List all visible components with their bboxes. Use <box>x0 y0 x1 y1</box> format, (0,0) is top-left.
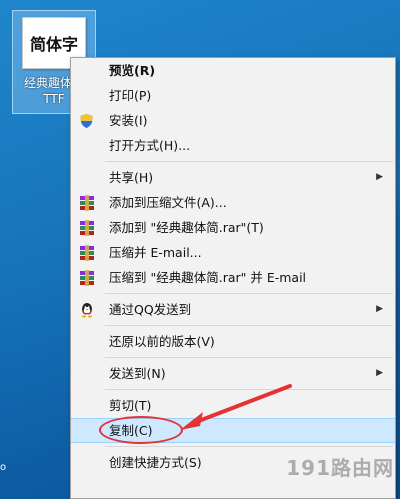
menu-item[interactable]: 发送到(N) ▶ <box>71 361 395 386</box>
menu-item[interactable]: 安装(I) <box>71 108 395 133</box>
menu-item[interactable]: 共享(H) ▶ <box>71 165 395 190</box>
menu-item[interactable]: 压缩并 E-mail... <box>71 240 395 265</box>
menu-item-label: 复制(C) <box>109 423 153 438</box>
menu-item[interactable]: 复制(C) <box>71 416 395 444</box>
winrar-icon <box>78 219 95 236</box>
menu-item[interactable]: 预览(R) <box>71 58 395 83</box>
context-menu: 预览(R) 打印(P) 安装(I) 打开方式(H)... 共享(H) ▶ 添加到压缩文件(A… <box>70 57 396 499</box>
menu-separator <box>105 389 393 390</box>
menu-item-label: 添加到 "经典趣体简.rar"(T) <box>109 220 264 235</box>
desktop-edge-mark: o <box>0 462 7 473</box>
menu-separator <box>105 357 393 358</box>
menu-item-label: 压缩并 E-mail... <box>109 245 202 260</box>
menu-item-label: 压缩到 "经典趣体简.rar" 并 E-mail <box>109 270 307 285</box>
shield-icon <box>78 112 95 129</box>
menu-item-label: 共享(H) <box>109 170 154 185</box>
winrar-icon <box>78 194 95 211</box>
menu-separator <box>105 161 393 162</box>
menu-item[interactable]: 压缩到 "经典趣体简.rar" 并 E-mail <box>71 265 395 290</box>
qq-penguin-icon <box>78 301 95 318</box>
menu-item-label: 通过QQ发送到 <box>109 302 192 317</box>
submenu-arrow-icon: ▶ <box>376 304 383 314</box>
menu-item-label: 安装(I) <box>109 113 148 128</box>
menu-separator <box>105 446 393 447</box>
menu-item-label: 打印(P) <box>109 88 152 103</box>
menu-item-label: 发送到(N) <box>109 366 166 381</box>
menu-item[interactable]: 添加到压缩文件(A)... <box>71 190 395 215</box>
site-watermark: 191路由网 <box>286 456 394 480</box>
winrar-icon <box>78 269 95 286</box>
menu-item[interactable]: 剪切(T) <box>71 393 395 418</box>
menu-item-label: 创建快捷方式(S) <box>109 455 202 470</box>
desktop: 简体字 经典趣体简 TTF o 预览(R) 打印(P) 安装(I) 打开方式(H)..… <box>0 0 400 499</box>
menu-separator <box>105 325 393 326</box>
menu-item-label: 还原以前的版本(V) <box>109 334 215 349</box>
menu-item[interactable]: 添加到 "经典趣体简.rar"(T) <box>71 215 395 240</box>
submenu-arrow-icon: ▶ <box>376 368 383 378</box>
menu-item-label: 预览(R) <box>109 63 156 78</box>
winrar-icon <box>78 244 95 261</box>
menu-item[interactable]: 打开方式(H)... <box>71 133 395 158</box>
menu-item[interactable]: 通过QQ发送到 ▶ <box>71 297 395 322</box>
menu-item-label: 添加到压缩文件(A)... <box>109 195 227 210</box>
menu-item-label: 打开方式(H)... <box>109 138 191 153</box>
menu-separator <box>105 293 393 294</box>
menu-item-label: 剪切(T) <box>109 398 152 413</box>
menu-item[interactable]: 还原以前的版本(V) <box>71 329 395 354</box>
submenu-arrow-icon: ▶ <box>376 172 383 182</box>
menu-item[interactable]: 打印(P) <box>71 83 395 108</box>
